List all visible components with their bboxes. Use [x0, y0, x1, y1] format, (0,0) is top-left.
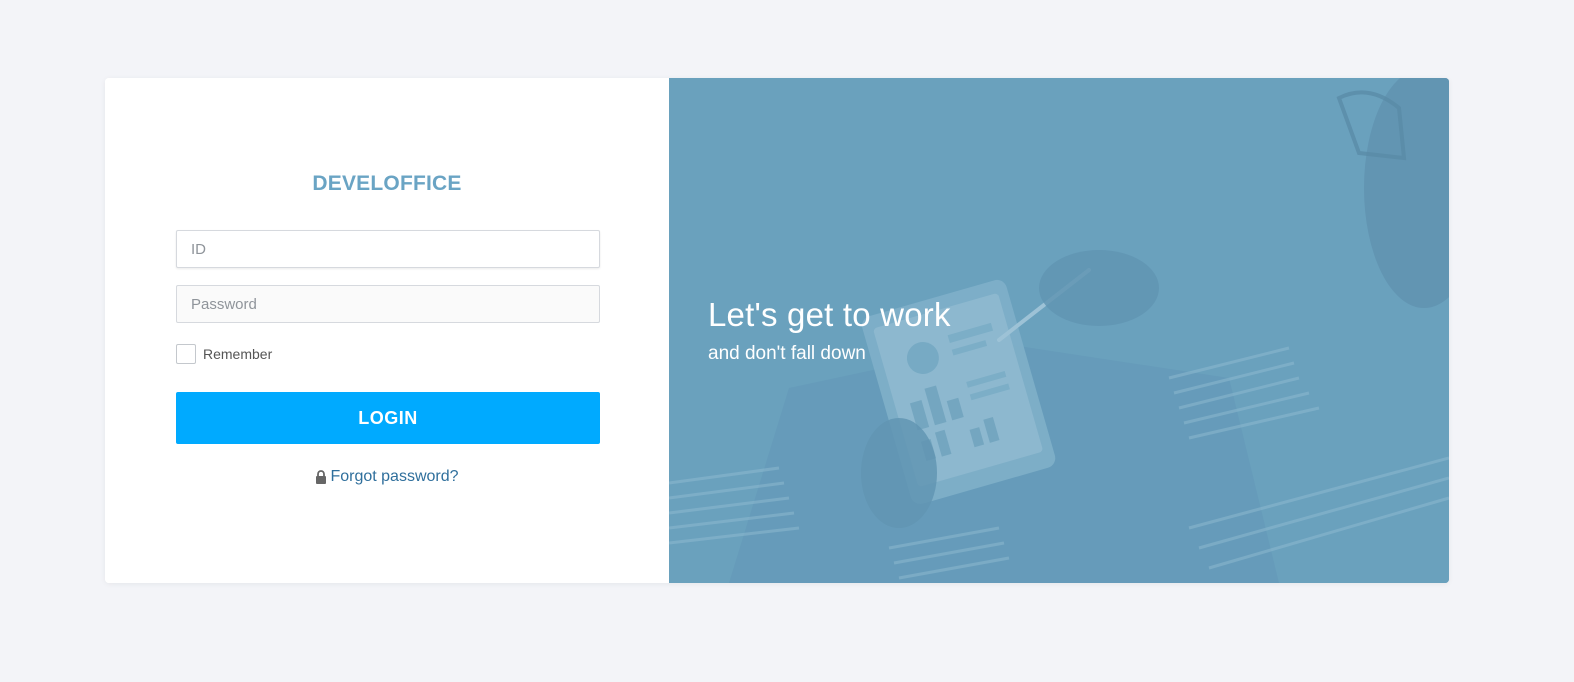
remember-label: Remember [203, 346, 273, 362]
forgot-password-row: Forgot password? [105, 468, 669, 489]
id-input[interactable] [176, 230, 600, 268]
forgot-password-label: Forgot password? [330, 468, 459, 485]
remember-option[interactable]: Remember [176, 344, 272, 364]
lock-icon [316, 470, 327, 484]
remember-checkbox[interactable] [176, 344, 196, 364]
login-button[interactable]: LOGIN [176, 392, 600, 444]
login-card: DEVELOFFICE Remember LOGIN Forgot passwo… [105, 78, 1449, 583]
brand-title: DEVELOFFICE [312, 172, 462, 195]
hero-subheading: and don't fall down [708, 343, 866, 364]
password-input[interactable] [176, 285, 600, 323]
hero-heading: Let's get to work [708, 296, 951, 333]
forgot-password-link[interactable]: Forgot password? [315, 468, 459, 486]
hero-panel: Let's get to work and don't fall down [669, 78, 1449, 583]
login-form-panel: DEVELOFFICE Remember LOGIN Forgot passwo… [105, 78, 669, 583]
